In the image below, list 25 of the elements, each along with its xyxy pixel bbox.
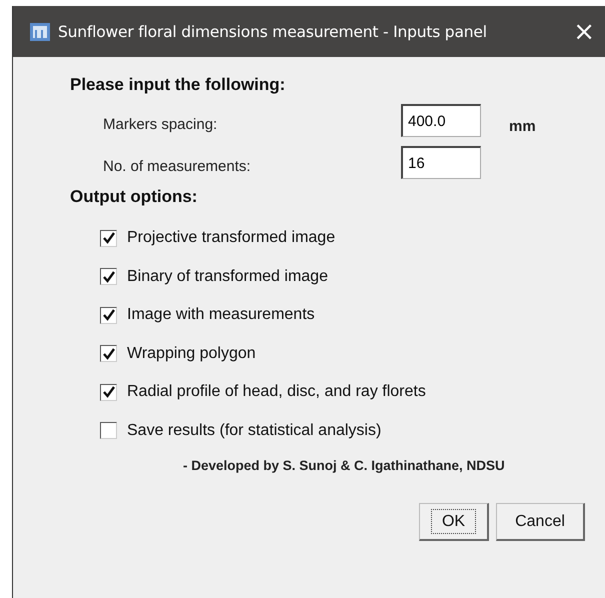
checkbox[interactable] <box>100 230 117 247</box>
window-title: Sunflower floral dimensions measurement - Inputs panel <box>58 22 487 40</box>
section-heading: Please input the following: <box>70 75 286 95</box>
option-label[interactable]: Wrapping polygon <box>127 344 256 363</box>
option-label[interactable]: Projective transformed image <box>127 229 336 248</box>
input-field[interactable]: 400.0 <box>401 104 481 137</box>
option-label[interactable]: Save results (for statistical analysis) <box>127 422 382 440</box>
dialog-button[interactable]: Cancel <box>496 503 585 541</box>
option-label[interactable]: Radial profile of head, disc, and ray florets <box>127 383 426 402</box>
input-field[interactable]: 16 <box>401 146 481 179</box>
section-heading: Output options: <box>70 187 198 207</box>
checkbox[interactable] <box>100 384 117 401</box>
field-label: Markers spacing: <box>102 116 218 133</box>
option-label[interactable]: Binary of transformed image <box>127 268 328 286</box>
option-label[interactable]: Image with measurements <box>127 306 315 324</box>
dialog-button[interactable]: OK <box>419 503 489 541</box>
checkbox[interactable] <box>100 345 117 362</box>
close-button[interactable]: × <box>565 18 605 44</box>
app-icon <box>29 22 51 42</box>
unit-label: mm <box>509 118 536 135</box>
field-label: No. of measurements: <box>102 158 252 175</box>
credit-text: - Developed by S. Sunoj & C. Igathinathane, NDSU <box>183 458 506 473</box>
checkbox[interactable] <box>100 306 117 324</box>
checkbox[interactable] <box>100 422 117 440</box>
checkbox[interactable] <box>100 268 117 286</box>
